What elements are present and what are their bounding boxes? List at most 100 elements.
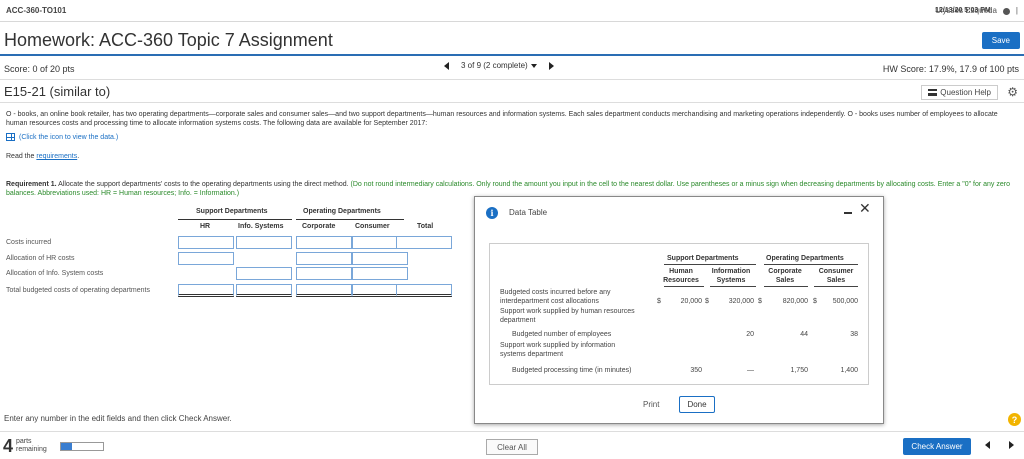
header-support-departments: Support Departments	[667, 255, 739, 262]
cell-hr-costs: 20,000	[680, 298, 702, 305]
cell-info-minutes: —	[747, 367, 754, 374]
question-id: E15-21 (similar to)	[4, 84, 111, 99]
parts-remaining-count: 4	[3, 436, 14, 456]
col-total: Total	[417, 223, 434, 230]
requirements-link[interactable]: requirements	[36, 153, 77, 160]
done-button[interactable]: Done	[679, 396, 715, 413]
input-costs-total[interactable]	[396, 236, 452, 249]
input-costs-info[interactable]	[236, 236, 292, 249]
dollar-sign: $	[758, 298, 762, 305]
close-icon[interactable]: ✕	[859, 201, 871, 215]
next-question-icon[interactable]	[548, 61, 554, 70]
minimize-icon[interactable]	[844, 212, 852, 214]
col-consumer: Consumer	[355, 223, 390, 230]
score-bar: Score: 0 of 20 pts 3 of 9 (2 complete) H…	[0, 58, 1024, 80]
row1-label-1: Budgeted costs incurred before any	[500, 289, 611, 296]
col-underline	[710, 286, 756, 287]
cell-corporate-costs: 820,000	[782, 298, 808, 305]
course-id: ACC-360-TO101	[6, 6, 67, 15]
input-costs-hr[interactable]	[178, 236, 234, 249]
score-text: Score: 0 of 20 pts	[4, 63, 75, 74]
input-total-info[interactable]	[236, 284, 292, 297]
save-button[interactable]: Save	[981, 31, 1020, 49]
dialog-header: i Data Table ✕	[475, 197, 883, 229]
dollar-sign: $	[657, 298, 661, 305]
row3-sub-label: Budgeted processing time (in minutes)	[512, 367, 632, 374]
col-corp-2: Sales	[775, 277, 795, 284]
help-question-icon[interactable]: ?	[1008, 413, 1021, 426]
col-info-systems: Info. Systems	[238, 223, 284, 230]
view-data-label[interactable]: (Click the icon to view the data.)	[19, 134, 118, 141]
col-corp-1: Corporate	[768, 268, 802, 275]
col-hr-1: Human	[669, 268, 693, 275]
header-support-departments: Support Departments	[196, 208, 268, 215]
datetime: 12/13/20 5:03 PM	[935, 7, 991, 14]
input-costs-corporate[interactable]	[296, 236, 352, 249]
previous-question-icon[interactable]	[444, 61, 449, 70]
row2-label-2: department	[500, 317, 536, 324]
col-hr-2: Resources	[663, 277, 699, 284]
row3-label-2: systems department	[500, 351, 564, 358]
enter-hint: Enter any number in the edit fields and …	[4, 414, 232, 423]
user-icon[interactable]	[1002, 8, 1010, 15]
operating-underline	[764, 264, 858, 265]
check-answer-button[interactable]: Check Answer	[903, 438, 971, 455]
page-title: Homework: ACC-360 Topic 7 Assignment	[4, 29, 333, 50]
requirement-label: Requirement 1.	[6, 181, 57, 188]
input-hr-alloc-hr[interactable]	[178, 252, 234, 265]
row2-label-1: Support work supplied by human resources	[500, 308, 635, 315]
previous-icon[interactable]	[985, 441, 990, 449]
next-icon[interactable]	[1009, 441, 1014, 449]
view-data-link[interactable]: (Click the icon to view the data.)	[6, 133, 118, 141]
col-underline	[814, 286, 858, 287]
table-row: Allocation of Info. System costs	[6, 267, 456, 281]
input-hr-alloc-corporate[interactable]	[296, 252, 352, 265]
input-total-hr[interactable]	[178, 284, 234, 297]
question-select[interactable]: 3 of 9 (2 complete)	[461, 61, 537, 70]
col-underline	[664, 286, 704, 287]
header-operating-departments: Operating Departments	[303, 208, 381, 215]
list-icon	[928, 89, 938, 96]
cell-info-costs: 320,000	[728, 298, 754, 305]
print-button[interactable]: Print	[643, 400, 659, 409]
read-suffix: .	[77, 153, 80, 160]
input-hr-alloc-consumer[interactable]	[352, 252, 408, 265]
input-info-alloc-info[interactable]	[236, 267, 292, 280]
parts-label-1: parts	[16, 438, 32, 445]
cell-consumer-minutes: 1,400	[840, 367, 858, 374]
support-underline	[664, 264, 756, 265]
cell-corporate-minutes: 1,750	[790, 367, 808, 374]
top-bar: ACC-360-TO101 Ulysses Esqueda | 12/13/20…	[0, 0, 1024, 22]
header-operating-departments: Operating Departments	[766, 255, 844, 262]
clear-all-button[interactable]: Clear All	[486, 439, 538, 455]
col-cons-2: Sales	[826, 277, 846, 284]
input-info-alloc-consumer[interactable]	[352, 267, 408, 280]
input-info-alloc-corporate[interactable]	[296, 267, 352, 280]
table-row: Allocation of HR costs	[6, 252, 456, 266]
question-bar: E15-21 (similar to) Question Help ⚙	[0, 81, 1024, 103]
input-total-total[interactable]	[396, 284, 452, 297]
info-icon: i	[486, 207, 498, 219]
cell-hr-minutes: 350	[690, 367, 702, 374]
row-label: Costs incurred	[6, 239, 52, 246]
table-icon[interactable]	[6, 133, 15, 141]
input-total-corporate[interactable]	[296, 284, 352, 297]
cell-corporate-employees: 44	[800, 331, 808, 338]
question-help-label: Question Help	[940, 88, 991, 97]
read-prefix: Read the	[6, 153, 37, 160]
row-label: Allocation of HR costs	[6, 255, 75, 262]
operating-underline	[296, 219, 404, 220]
read-requirements: Read the requirements.	[6, 153, 79, 160]
question-help-button[interactable]: Question Help	[921, 85, 998, 100]
gear-icon[interactable]: ⚙	[1007, 85, 1018, 99]
row-label: Allocation of Info. System costs	[6, 270, 104, 277]
parts-label-2: remaining	[16, 446, 47, 453]
cell-info-employees: 20	[746, 331, 754, 338]
data-table-dialog: i Data Table ✕ Support Departments Opera…	[474, 196, 884, 424]
row-label: Total budgeted costs of operating depart…	[6, 287, 150, 294]
chevron-down-icon	[530, 63, 537, 68]
user-area: Ulysses Esqueda | 12/13/20 5:03 PM	[935, 6, 1018, 15]
dollar-sign: $	[705, 298, 709, 305]
parts-progress-bar	[60, 442, 104, 451]
col-corporate: Corporate	[302, 223, 336, 230]
